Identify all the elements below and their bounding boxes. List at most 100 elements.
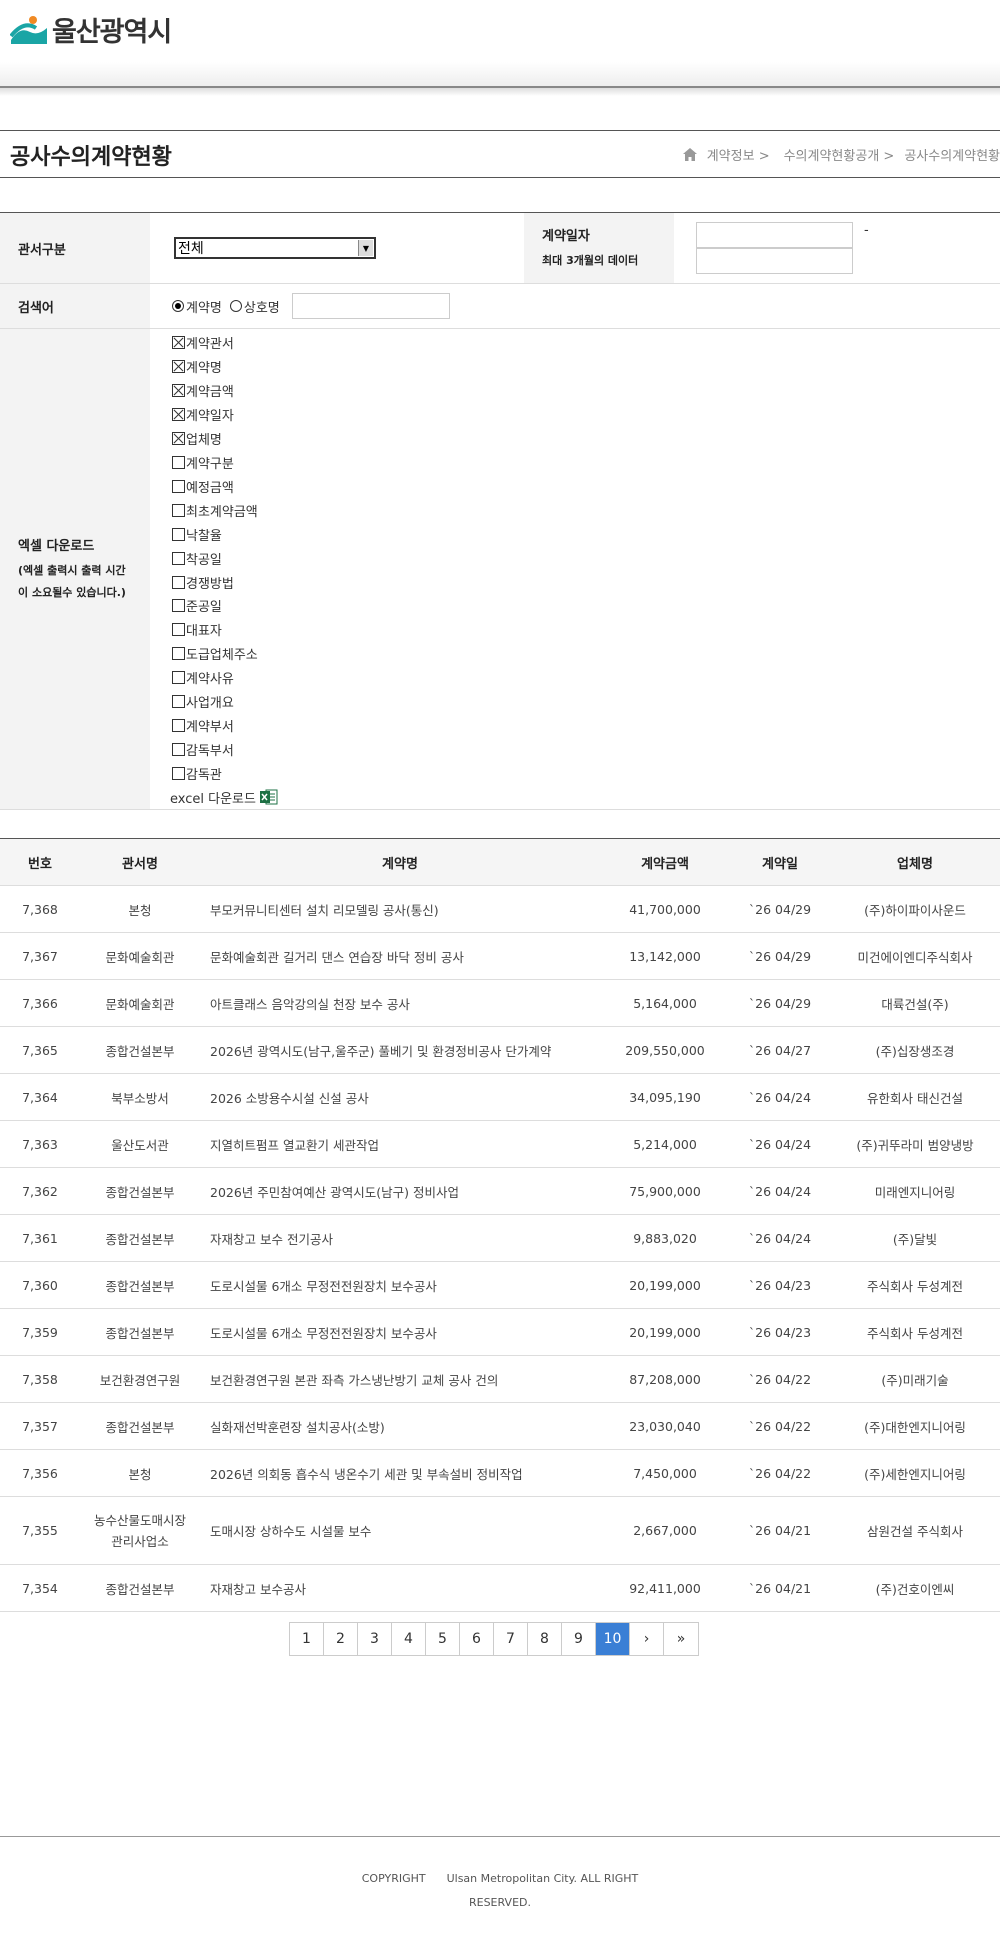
table-row[interactable]: 7,363 울산도서관 지열히트펌프 열교환기 세관작업 5,214,000 `26 0… [0,1120,1000,1168]
cell-contract-name[interactable]: 실화재선박훈련장 설치공사(소방) [200,1402,600,1450]
breadcrumb-item-contract-info[interactable]: 계약정보 > [707,145,770,164]
checkbox-label[interactable]: 계약명 [186,357,222,376]
checkbox-label[interactable]: 계약부서 [186,716,234,735]
breadcrumb-item-disclosure[interactable]: 수의계약현황공개 > [784,145,895,164]
checkbox[interactable] [172,479,185,493]
checkbox[interactable] [172,623,185,637]
page-4-button[interactable]: 4 [392,1623,426,1655]
checkbox[interactable] [172,408,185,422]
excel-column-option[interactable]: 계약금액 [172,379,234,403]
radio-company-name[interactable] [229,300,242,312]
checkbox-label[interactable]: 계약금액 [186,381,234,400]
excel-column-option[interactable]: 계약부서 [172,714,234,738]
table-row[interactable]: 7,359 종합건설본부 도로시설물 6개소 무정전전원장치 보수공사 20,199,… [0,1308,1000,1356]
table-row[interactable]: 7,366 문화예술회관 아트클래스 음악강의실 천장 보수 공사 5,164,000… [0,979,1000,1027]
cell-contract-name[interactable]: 부모커뮤니티센터 설치 리모델링 공사(통신) [200,885,600,933]
checkbox[interactable] [172,455,185,469]
page-3-button[interactable]: 3 [358,1623,392,1655]
checkbox-label[interactable]: 감독관 [186,764,222,783]
site-logo[interactable]: 울산광역시 [10,10,172,49]
excel-column-option[interactable]: 경쟁방법 [172,570,234,594]
checkbox-label[interactable]: 낙찰율 [186,525,222,544]
checkbox[interactable] [172,647,185,661]
excel-column-option[interactable]: 계약구분 [172,451,234,475]
excel-column-option[interactable]: 사업개요 [172,690,234,714]
checkbox-label[interactable]: 업체명 [186,429,222,448]
checkbox-label[interactable]: 계약일자 [186,405,234,424]
checkbox[interactable] [172,766,185,780]
cell-contract-name[interactable]: 2026년 광역시도(남구,울주군) 풀베기 및 환경정비공사 단가계약 [200,1026,600,1074]
radio-contract-name[interactable] [172,300,184,312]
date-start-input[interactable] [696,222,853,248]
checkbox-label[interactable]: 계약사유 [186,668,234,687]
cell-contract-name[interactable]: 도로시설물 6개소 무정전전원장치 보수공사 [200,1261,600,1309]
table-row[interactable]: 7,354 종합건설본부 자재창고 보수공사 92,411,000 `26 04/21(… [0,1564,1000,1612]
cell-contract-name[interactable]: 자재창고 보수 전기공사 [200,1214,600,1262]
date-end-input[interactable] [696,248,853,274]
cell-contract-name[interactable]: 2026년 주민참여예산 광역시도(남구) 정비사업 [200,1167,600,1215]
checkbox-label[interactable]: 경쟁방법 [186,573,234,592]
checkbox[interactable] [172,384,185,398]
table-row[interactable]: 7,362 종합건설본부 2026년 주민참여예산 광역시도(남구) 정비사업 75,… [0,1167,1000,1215]
table-row[interactable]: 7,360 종합건설본부 도로시설물 6개소 무정전전원장치 보수공사 20,199,… [0,1261,1000,1309]
excel-column-option[interactable]: 계약일자 [172,403,234,427]
office-select[interactable]: 전체 ▼ [174,237,376,259]
excel-column-option[interactable]: 착공일 [172,546,222,570]
radio-company-name-label[interactable]: 상호명 [244,297,280,316]
checkbox[interactable] [172,432,185,446]
table-row[interactable]: 7,356 본청 2026년 의회동 흡수식 냉온수기 세관 및 부속설비 정비작업… [0,1449,1000,1497]
table-row[interactable]: 7,361 종합건설본부 자재창고 보수 전기공사 9,883,020 `26 04/2… [0,1214,1000,1262]
checkbox[interactable] [172,336,185,350]
checkbox-label[interactable]: 도급업체주소 [186,644,258,663]
excel-column-option[interactable]: 감독관 [172,761,222,785]
checkbox-label[interactable]: 사업개요 [186,692,234,711]
cell-contract-name[interactable]: 문화예술회관 길거리 댄스 연습장 바닥 정비 공사 [200,932,600,980]
cell-contract-name[interactable]: 보건환경연구원 본관 좌측 가스냉난방기 교체 공사 건의 [200,1355,600,1403]
cell-contract-name[interactable]: 2026 소방용수시설 신설 공사 [200,1073,600,1121]
excel-column-option[interactable]: 낙찰율 [172,522,222,546]
page-10-button[interactable]: 10 [596,1623,630,1655]
checkbox-label[interactable]: 최초계약금액 [186,501,258,520]
table-row[interactable]: 7,355 농수산물도매시장 관리사업소 도매시장 상하수도 시설물 보수 2,667… [0,1496,1000,1565]
cell-contract-name[interactable]: 도매시장 상하수도 시설물 보수 [200,1496,600,1565]
dropdown-arrow-icon[interactable]: ▼ [358,240,373,256]
excel-download-link[interactable]: excel 다운로드 [170,785,278,809]
page-8-button[interactable]: 8 [528,1623,562,1655]
checkbox-label[interactable]: 착공일 [186,549,222,568]
excel-column-option[interactable]: 업체명 [172,427,222,451]
page-9-button[interactable]: 9 [562,1623,596,1655]
checkbox[interactable] [172,503,185,517]
checkbox[interactable] [172,575,185,589]
checkbox[interactable] [172,671,185,685]
cell-contract-name[interactable]: 2026년 의회동 흡수식 냉온수기 세관 및 부속설비 정비작업 [200,1449,600,1497]
checkbox[interactable] [172,718,185,732]
next-page-button[interactable]: › [630,1623,664,1655]
excel-column-option[interactable]: 감독부서 [172,737,234,761]
checkbox-label[interactable]: 대표자 [186,620,222,639]
home-icon[interactable] [682,148,697,161]
excel-download-label[interactable]: excel 다운로드 [170,788,256,807]
table-row[interactable]: 7,358 보건환경연구원 보건환경연구원 본관 좌측 가스냉난방기 교체 공사 건… [0,1355,1000,1403]
excel-column-option[interactable]: 예정금액 [172,474,234,498]
checkbox[interactable] [172,551,185,565]
search-input[interactable] [291,293,450,319]
cell-contract-name[interactable]: 자재창고 보수공사 [200,1564,600,1612]
cell-contract-name[interactable]: 아트클래스 음악강의실 천장 보수 공사 [200,979,600,1027]
checkbox[interactable] [172,360,185,374]
last-page-button[interactable]: » [664,1623,698,1655]
checkbox-label[interactable]: 계약관서 [186,333,234,352]
excel-column-option[interactable]: 계약사유 [172,666,234,690]
excel-column-option[interactable]: 최초계약금액 [172,498,258,522]
checkbox[interactable] [172,695,185,709]
checkbox-label[interactable]: 감독부서 [186,740,234,759]
excel-column-option[interactable]: 준공일 [172,594,222,618]
page-2-button[interactable]: 2 [324,1623,358,1655]
excel-column-option[interactable]: 계약명 [172,355,222,379]
cell-contract-name[interactable]: 도로시설물 6개소 무정전전원장치 보수공사 [200,1308,600,1356]
excel-column-option[interactable]: 계약관서 [172,331,234,355]
radio-contract-name-label[interactable]: 계약명 [186,297,222,316]
checkbox-label[interactable]: 준공일 [186,596,222,615]
checkbox-label[interactable]: 계약구분 [186,453,234,472]
table-row[interactable]: 7,357 종합건설본부 실화재선박훈련장 설치공사(소방) 23,030,040 `2… [0,1402,1000,1450]
table-row[interactable]: 7,364 북부소방서 2026 소방용수시설 신설 공사 34,095,190 `26… [0,1073,1000,1121]
